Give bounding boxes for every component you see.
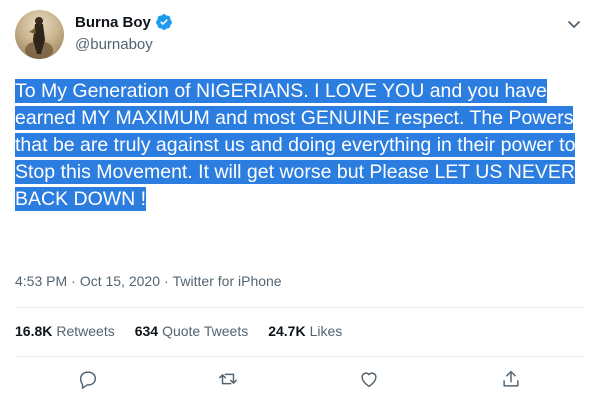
author-handle[interactable]: @burnaboy bbox=[75, 36, 153, 53]
retweets-label: Retweets bbox=[56, 323, 115, 339]
meta-separator: · bbox=[71, 273, 76, 289]
selected-tweet-text: To My Generation of NIGERIANS. I LOVE YO… bbox=[15, 79, 576, 211]
retweets-stat[interactable]: 16.8K Retweets bbox=[15, 323, 115, 339]
meta-separator: · bbox=[163, 273, 169, 289]
tweet-text: To My Generation of NIGERIANS. I LOVE YO… bbox=[15, 78, 580, 213]
share-icon[interactable] bbox=[500, 368, 522, 390]
avatar[interactable] bbox=[15, 10, 64, 59]
author-name-row: Burna Boy bbox=[75, 13, 173, 31]
divider bbox=[15, 307, 585, 308]
like-icon[interactable] bbox=[358, 368, 380, 390]
reply-icon[interactable] bbox=[77, 368, 99, 390]
tweet-card: Burna Boy @burnaboy To My Generation of … bbox=[0, 0, 600, 400]
quote-tweets-label: Quote Tweets bbox=[162, 323, 249, 339]
chevron-down-icon[interactable] bbox=[564, 14, 584, 34]
likes-stat[interactable]: 24.7K Likes bbox=[268, 323, 342, 339]
quote-tweets-stat[interactable]: 634 Quote Tweets bbox=[135, 323, 249, 339]
retweets-count: 16.8K bbox=[15, 323, 53, 339]
tweet-actions bbox=[0, 368, 600, 392]
verified-badge-icon bbox=[155, 13, 173, 31]
tweet-source[interactable]: Twitter for iPhone bbox=[173, 273, 282, 289]
likes-count: 24.7K bbox=[268, 323, 306, 339]
tweet-meta: 4:53 PM · Oct 15, 2020 · Twitter for iPh… bbox=[15, 273, 282, 289]
author-name[interactable]: Burna Boy bbox=[75, 14, 151, 31]
engagement-stats: 16.8K Retweets 634 Quote Tweets 24.7K Li… bbox=[15, 323, 342, 339]
quote-tweets-count: 634 bbox=[134, 323, 159, 339]
likes-label: Likes bbox=[309, 323, 343, 339]
retweet-icon[interactable] bbox=[217, 368, 239, 390]
tweet-time[interactable]: 4:53 PM bbox=[15, 273, 67, 289]
tweet-date[interactable]: Oct 15, 2020 bbox=[80, 273, 160, 289]
divider bbox=[15, 356, 585, 357]
